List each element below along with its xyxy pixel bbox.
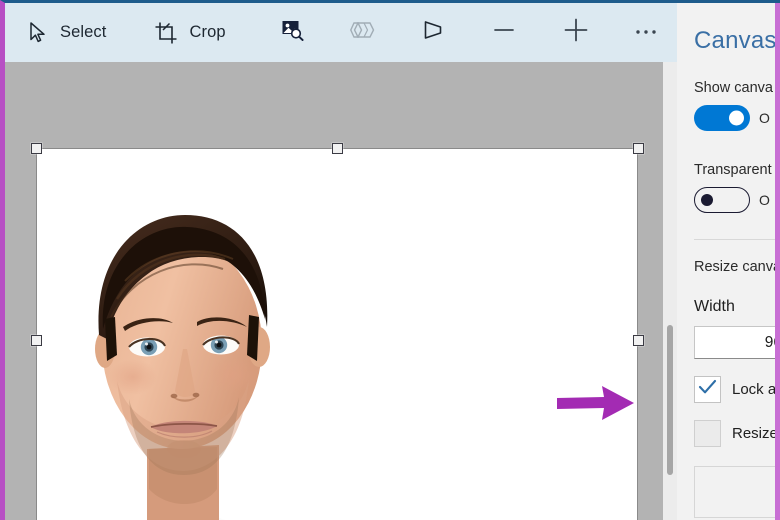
plus-icon bbox=[562, 16, 590, 49]
canvas-work-area[interactable] bbox=[5, 62, 677, 520]
width-value: 964px bbox=[765, 334, 780, 352]
top-toolbar: Select Crop bbox=[5, 3, 677, 62]
portrait-image[interactable] bbox=[37, 149, 312, 520]
toggle-knob bbox=[729, 111, 744, 126]
show-canvas-toggle-row[interactable]: O bbox=[694, 105, 775, 131]
panel-title: Canvas bbox=[694, 27, 775, 55]
scrollbar-thumb[interactable] bbox=[667, 325, 673, 475]
canvas-sheet[interactable] bbox=[36, 148, 638, 520]
image-search-icon bbox=[281, 19, 304, 46]
handle-top-center[interactable] bbox=[332, 143, 343, 154]
photo-editor-window: Select Crop bbox=[0, 0, 780, 520]
handle-top-right[interactable] bbox=[633, 143, 644, 154]
toggle-knob bbox=[701, 194, 713, 206]
crop-tool-label: Crop bbox=[189, 23, 225, 42]
transparent-toggle-row[interactable]: O bbox=[694, 187, 775, 213]
zoom-in-button[interactable] bbox=[549, 11, 603, 55]
transparent-toggle[interactable] bbox=[694, 187, 750, 213]
handle-middle-left[interactable] bbox=[31, 335, 42, 346]
checkmark-icon bbox=[698, 379, 717, 400]
filters-button bbox=[335, 11, 389, 55]
lock-aspect-row[interactable]: Lock a bbox=[694, 376, 775, 403]
markup-tool-button[interactable] bbox=[266, 11, 320, 55]
canvas-vertical-scrollbar[interactable] bbox=[663, 62, 677, 520]
handle-top-left[interactable] bbox=[31, 143, 42, 154]
crop-icon bbox=[154, 21, 178, 45]
more-options-button[interactable] bbox=[619, 11, 673, 55]
panel-divider bbox=[694, 239, 780, 240]
rotate-flip-button[interactable] bbox=[405, 11, 459, 55]
select-tool-button[interactable]: Select bbox=[17, 12, 116, 54]
crop-tool-button[interactable]: Crop bbox=[144, 12, 235, 54]
zoom-out-button[interactable] bbox=[477, 11, 531, 55]
lock-aspect-label: Lock a bbox=[732, 381, 776, 398]
layers-icon bbox=[350, 20, 375, 45]
transparent-state: O bbox=[759, 192, 770, 208]
canvas-settings-panel: Canvas Show canva O Transparent O Resize… bbox=[677, 3, 780, 520]
cursor-arrow-icon bbox=[27, 21, 49, 44]
transparent-label: Transparent bbox=[694, 162, 775, 178]
show-canvas-state: O bbox=[759, 110, 770, 126]
resize-option-row[interactable]: Resize bbox=[694, 420, 775, 447]
panel-bottom-field[interactable] bbox=[694, 466, 780, 518]
resize-option-checkbox[interactable] bbox=[694, 420, 721, 447]
handle-middle-right[interactable] bbox=[633, 335, 644, 346]
resize-option-label: Resize bbox=[732, 425, 778, 442]
width-label: Width bbox=[694, 298, 775, 316]
select-tool-label: Select bbox=[60, 23, 106, 42]
minus-icon bbox=[491, 17, 517, 48]
lock-aspect-checkbox[interactable] bbox=[694, 376, 721, 403]
show-canvas-toggle[interactable] bbox=[694, 105, 750, 131]
ellipsis-icon bbox=[633, 24, 659, 42]
width-input[interactable]: 964px bbox=[694, 326, 780, 359]
resize-canvas-label: Resize canva bbox=[694, 259, 775, 275]
flip-icon bbox=[420, 19, 444, 46]
purple-arrow-annotation bbox=[557, 383, 635, 428]
show-canvas-label: Show canva bbox=[694, 80, 775, 96]
